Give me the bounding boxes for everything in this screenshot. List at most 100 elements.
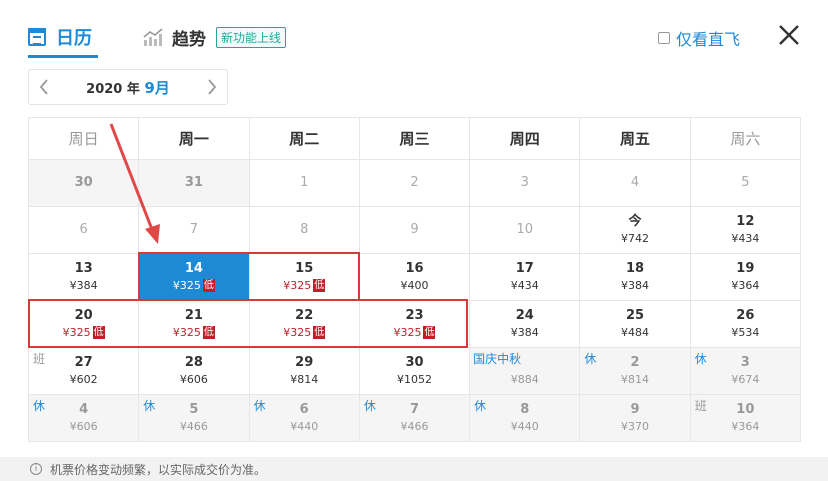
calendar-day[interactable]: 24 ¥384 bbox=[470, 301, 581, 348]
calendar-day[interactable]: 23 ¥325 低 bbox=[359, 301, 471, 348]
day-price-row: ¥325 低 bbox=[283, 325, 326, 341]
day-number: 23 bbox=[405, 307, 424, 323]
calendar-day[interactable]: 休 7 ¥466 bbox=[359, 395, 471, 442]
checkbox-icon[interactable] bbox=[658, 32, 670, 44]
calendar-day[interactable]: 今 ¥742 bbox=[580, 207, 691, 254]
day-number: 10 bbox=[516, 222, 534, 237]
calendar-day: 8 bbox=[249, 207, 360, 254]
day-price-row: ¥325 低 bbox=[393, 325, 436, 341]
tab-trend[interactable]: 趋势 新功能上线 bbox=[142, 22, 287, 52]
holiday-rest-badge: 休 bbox=[33, 399, 46, 413]
calendar-day[interactable]: 20 ¥325 低 bbox=[29, 301, 140, 348]
calendar-day[interactable]: 17 ¥434 bbox=[470, 254, 581, 301]
calendar-day[interactable]: 18 ¥384 bbox=[580, 254, 691, 301]
day-number: 2 bbox=[630, 354, 640, 370]
calendar-day[interactable]: 12 ¥434 bbox=[690, 207, 801, 254]
weekday-header: 周二 bbox=[249, 118, 360, 160]
day-price-row: ¥384 bbox=[70, 278, 98, 294]
calendar-day-selected[interactable]: 14 ¥325 低 bbox=[139, 254, 250, 301]
calendar-day[interactable]: 9 ¥370 bbox=[580, 395, 691, 442]
prev-month-button[interactable] bbox=[29, 70, 59, 104]
low-price-tag: 低 bbox=[313, 279, 326, 292]
low-price-tag: 低 bbox=[92, 326, 105, 339]
day-price: ¥370 bbox=[621, 419, 650, 433]
chevron-left-icon bbox=[39, 79, 48, 95]
calendar-day[interactable]: 13 ¥384 bbox=[29, 254, 140, 301]
day-price: ¥325 bbox=[172, 278, 201, 292]
calendar-day[interactable]: 休 5 ¥466 bbox=[139, 395, 250, 442]
tab-bar: 日历 趋势 新功能上线 仅看直飞 bbox=[0, 0, 828, 60]
day-price-row: ¥440 bbox=[290, 419, 318, 435]
calendar-day[interactable]: 26 ¥534 bbox=[690, 301, 801, 348]
calendar-day[interactable]: 28 ¥606 bbox=[139, 348, 250, 395]
day-price: ¥440 bbox=[290, 419, 319, 433]
calendar-day[interactable]: 休 2 ¥814 bbox=[580, 348, 691, 395]
calendar-day[interactable]: 班 27 ¥602 bbox=[29, 348, 140, 395]
day-price: ¥884 bbox=[510, 372, 539, 386]
holiday-rest-badge: 休 bbox=[253, 399, 266, 413]
month-text: 9月 bbox=[144, 78, 170, 97]
day-price-row: ¥370 bbox=[621, 419, 649, 435]
calendar-day[interactable]: 22 ¥325 低 bbox=[249, 301, 360, 348]
day-price-row: ¥400 bbox=[400, 278, 428, 294]
day-number: 22 bbox=[295, 307, 314, 323]
day-number: 15 bbox=[295, 260, 314, 276]
day-price-row: ¥434 bbox=[511, 278, 539, 294]
day-number: 8 bbox=[300, 222, 309, 237]
calendar-day[interactable]: 16 ¥400 bbox=[359, 254, 471, 301]
calendar-day: 2 bbox=[359, 160, 471, 207]
next-month-button[interactable] bbox=[197, 70, 227, 104]
day-price-row: ¥534 bbox=[731, 325, 759, 341]
calendar-day[interactable]: 29 ¥814 bbox=[249, 348, 360, 395]
day-price-row: ¥434 bbox=[731, 231, 759, 247]
day-price-row: ¥602 bbox=[70, 372, 98, 388]
year-text: 2020 年 bbox=[86, 81, 140, 97]
calendar-day[interactable]: 21 ¥325 低 bbox=[139, 301, 250, 348]
calendar-day[interactable]: 15 ¥325 低 bbox=[249, 254, 360, 301]
day-price: ¥814 bbox=[290, 372, 319, 386]
day-number: 1 bbox=[300, 175, 309, 190]
day-price: ¥364 bbox=[731, 419, 760, 433]
day-price-row: ¥364 bbox=[731, 278, 759, 294]
day-number: 7 bbox=[409, 401, 419, 417]
calendar-day[interactable]: 19 ¥364 bbox=[690, 254, 801, 301]
calendar-day[interactable]: 休 6 ¥440 bbox=[249, 395, 360, 442]
tab-calendar-label: 日历 bbox=[56, 28, 92, 49]
calendar-week-row: 休 4 ¥606 休 5 ¥466 休 6 ¥440 休 7 ¥466 休 8 ¥440 9 ¥370 班 10 ¥3… bbox=[29, 395, 801, 442]
day-number: 12 bbox=[736, 213, 755, 229]
calendar-day[interactable]: 休 8 ¥440 bbox=[470, 395, 581, 442]
day-number: 4 bbox=[630, 175, 640, 190]
info-icon: i bbox=[30, 463, 42, 475]
tab-calendar[interactable]: 日历 bbox=[28, 22, 98, 58]
close-icon[interactable] bbox=[776, 22, 802, 48]
calendar-day[interactable]: 班 10 ¥364 bbox=[690, 395, 801, 442]
holiday-rest-badge: 休 bbox=[584, 352, 597, 366]
trend-chart-icon bbox=[143, 28, 163, 46]
day-number: 今 bbox=[628, 213, 642, 229]
day-number: 20 bbox=[74, 307, 93, 323]
calendar-day[interactable]: 休 4 ¥606 bbox=[29, 395, 140, 442]
day-price: ¥325 bbox=[283, 278, 312, 292]
month-navigator: 2020 年 9月 bbox=[28, 69, 228, 105]
calendar-week-row: 30 31 1 2 3 4 5 bbox=[29, 160, 801, 207]
day-price-row: ¥1052 bbox=[397, 372, 432, 388]
workday-badge: 班 bbox=[33, 352, 46, 366]
calendar-day: 7 bbox=[139, 207, 250, 254]
active-tab-indicator bbox=[28, 55, 98, 58]
day-number: 3 bbox=[740, 354, 750, 370]
day-price-row: ¥606 bbox=[70, 419, 98, 435]
current-month-label: 2020 年 9月 bbox=[59, 77, 197, 98]
calendar-day[interactable]: 休 3 ¥674 bbox=[690, 348, 801, 395]
day-price: ¥325 bbox=[393, 325, 422, 339]
day-number: 30 bbox=[74, 175, 93, 190]
day-number: 24 bbox=[515, 307, 534, 323]
day-price-row: ¥364 bbox=[731, 419, 759, 435]
day-price: ¥602 bbox=[69, 372, 98, 386]
day-number: 13 bbox=[74, 260, 93, 276]
calendar-day[interactable]: 25 ¥484 bbox=[580, 301, 691, 348]
direct-only-checkbox[interactable]: 仅看直飞 bbox=[658, 26, 740, 50]
calendar-day[interactable]: 30 ¥1052 bbox=[359, 348, 471, 395]
weekday-header-row: 周日 周一 周二 周三 周四 周五 周六 bbox=[29, 118, 801, 160]
day-price: ¥814 bbox=[621, 372, 650, 386]
calendar-day[interactable]: 国庆中秋 ¥884 bbox=[470, 348, 581, 395]
